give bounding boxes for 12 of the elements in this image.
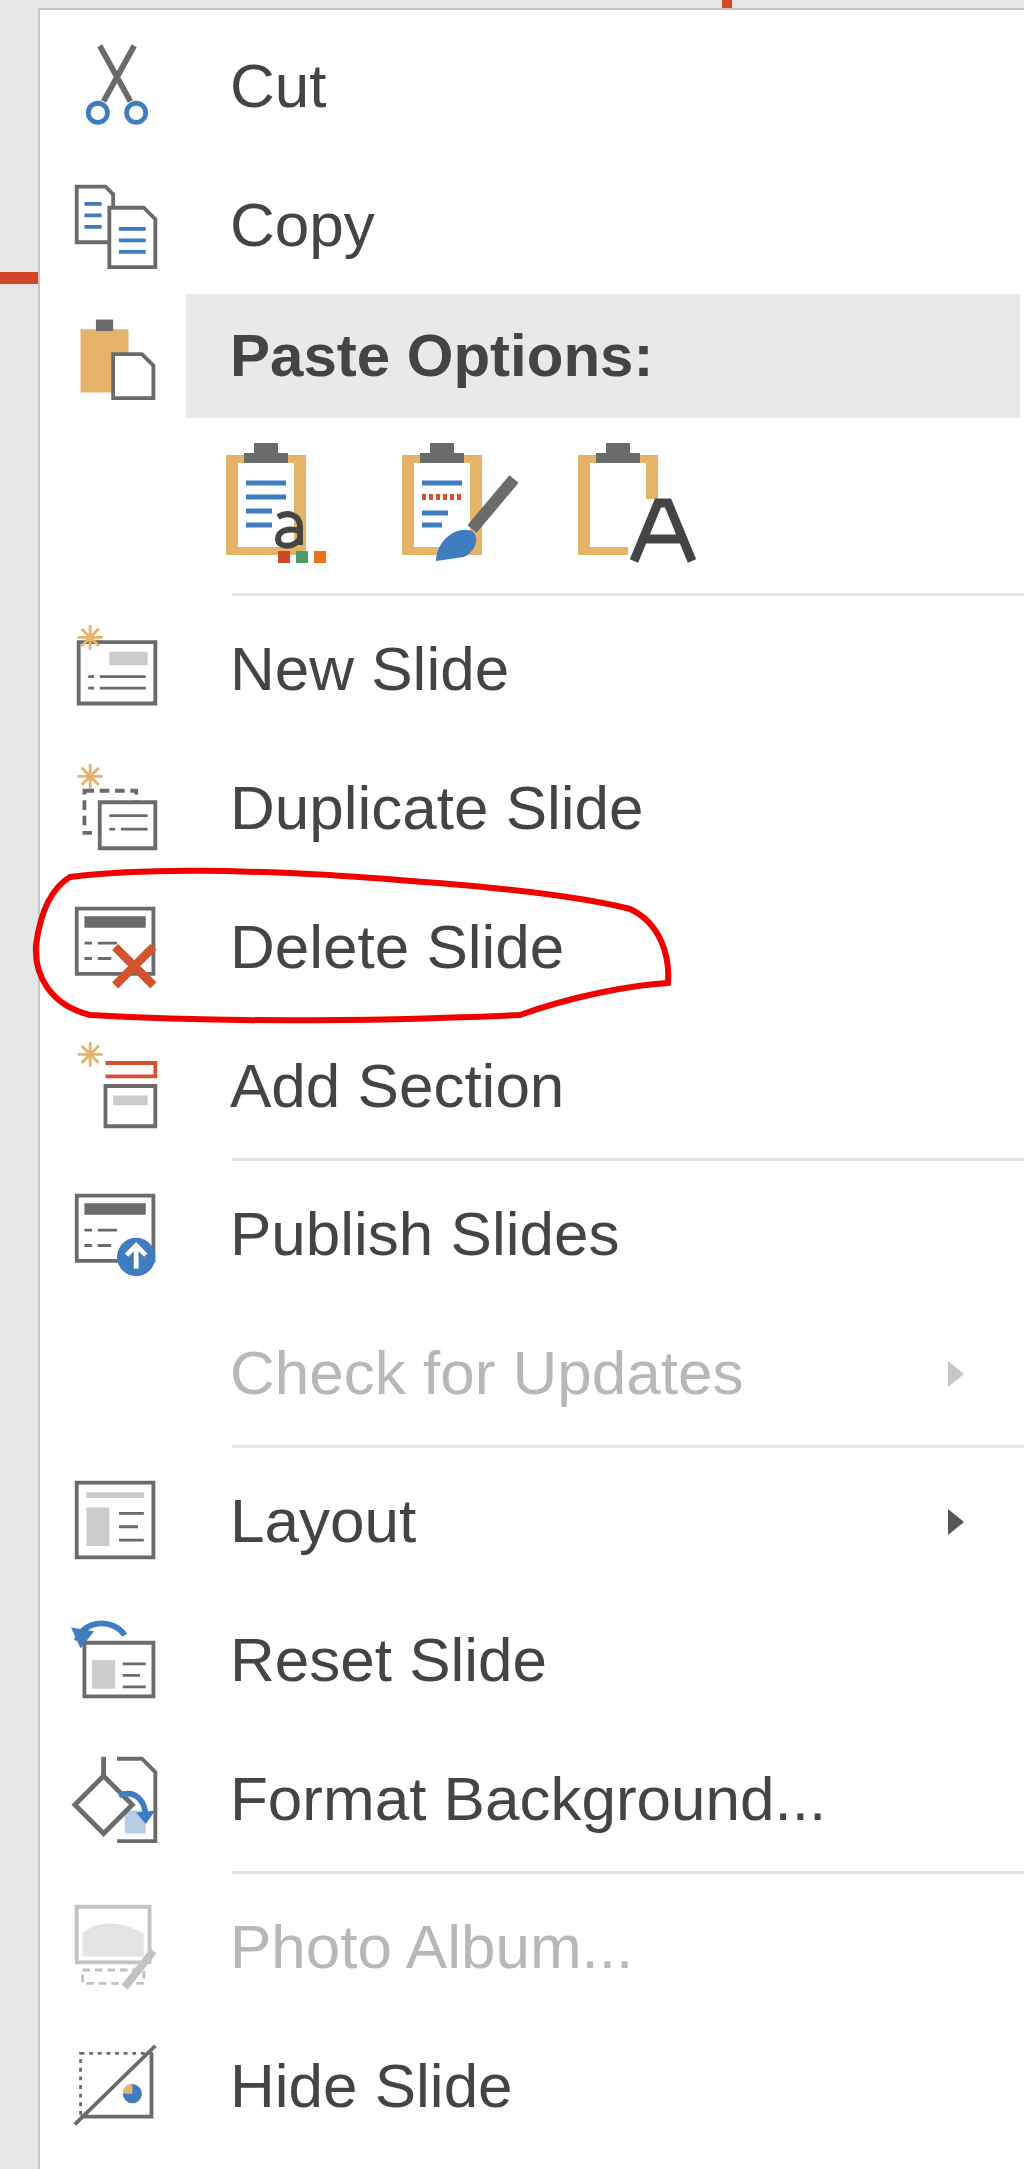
menu-item[interactable]: Publish Slides: [40, 1164, 1024, 1303]
menu-item[interactable]: Format Background...: [40, 1729, 1024, 1868]
menu-item[interactable]: Duplicate Slide: [40, 738, 1024, 877]
menu-item[interactable]: Add Section: [40, 1016, 1024, 1155]
menu-item[interactable]: Delete Slide: [40, 877, 1024, 1016]
menu-item[interactable]: Reset Slide: [40, 1590, 1024, 1729]
menu-item[interactable]: Copy: [40, 155, 1024, 294]
menu-item[interactable]: Layout: [40, 1451, 1024, 1590]
menu-item[interactable]: Cut: [40, 16, 1024, 155]
menu-item[interactable]: New Slide: [40, 599, 1024, 738]
section-header: Paste Options:: [186, 294, 1020, 418]
menu-item[interactable]: Hide Slide: [40, 2016, 1024, 2155]
